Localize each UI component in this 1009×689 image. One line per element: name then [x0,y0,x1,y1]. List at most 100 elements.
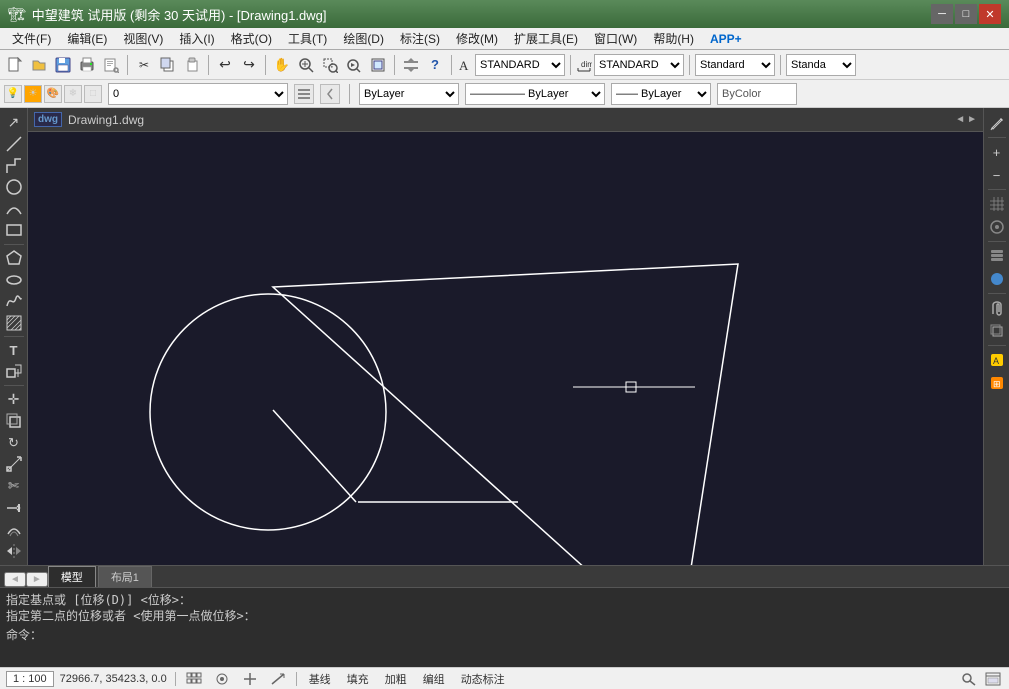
status-fill[interactable]: 填充 [343,671,373,687]
drawing-canvas-svg[interactable]: Y X [28,132,983,565]
minimize-button[interactable]: ─ [931,4,953,24]
zoom-prev-button[interactable] [343,54,365,76]
dim-select[interactable]: Standard [695,54,775,76]
menu-window[interactable]: 窗口(W) [586,28,645,49]
realtime-pan-button[interactable] [400,54,422,76]
zoom-window-button[interactable] [319,54,341,76]
status-group[interactable]: 编组 [419,671,449,687]
canvas-nav-right[interactable]: ► [967,114,977,125]
menu-app[interactable]: APP+ [702,30,750,48]
style-select[interactable]: STANDARD [475,54,565,76]
menu-draw[interactable]: 绘图(D) [335,28,392,49]
tool-rotate[interactable]: ↻ [2,432,26,453]
layer-select[interactable]: 0 [108,83,288,105]
menu-tools[interactable]: 工具(T) [280,28,335,49]
tab-nav-right[interactable]: ► [26,572,48,587]
preview-button[interactable] [100,54,122,76]
maximize-button[interactable]: □ [955,4,977,24]
menu-modify[interactable]: 修改(M) [448,28,506,49]
tool-pline[interactable] [2,155,26,176]
rt-pencil[interactable] [986,112,1008,134]
toolbar-separator-1 [127,55,128,75]
layer-freeze-icon[interactable]: ❄ [64,85,82,103]
undo-button[interactable]: ↩ [214,54,236,76]
rt-zoom-out[interactable]: − [986,164,1008,186]
rt-yellow1[interactable]: A [986,349,1008,371]
redo-button[interactable]: ↪ [238,54,260,76]
new-button[interactable] [4,54,26,76]
layer-mgr-button[interactable] [294,84,314,104]
status-fullscreen-icon[interactable] [983,670,1003,688]
rt-attach[interactable] [986,297,1008,319]
tool-polygon[interactable] [2,248,26,269]
tool-mirror[interactable] [2,540,26,561]
layer-prev-button[interactable] [320,84,340,104]
paste-button[interactable] [181,54,203,76]
save-button[interactable] [52,54,74,76]
canvas-nav-left[interactable]: ◄ [955,114,965,125]
status-zoom-icon[interactable] [959,670,979,688]
rt-copy-obj[interactable] [986,320,1008,342]
layer-sun-icon[interactable]: ☀ [24,85,42,103]
layer-rect-icon[interactable]: □ [84,85,102,103]
menu-ext[interactable]: 扩展工具(E) [506,28,586,49]
menu-edit[interactable]: 编辑(E) [59,28,115,49]
menu-insert[interactable]: 插入(I) [171,28,222,49]
zoom-extent-button[interactable] [367,54,389,76]
tool-spline[interactable] [2,291,26,312]
tool-text[interactable]: T [2,340,26,361]
menu-dim[interactable]: 标注(S) [392,28,448,49]
rt-snap[interactable] [986,216,1008,238]
extra-select[interactable]: Standa [786,54,856,76]
tool-insert[interactable] [2,362,26,383]
open-button[interactable] [28,54,50,76]
tab-layout1[interactable]: 布局1 [98,566,152,587]
menu-help[interactable]: 帮助(H) [645,28,702,49]
menu-file[interactable]: 文件(F) [4,28,59,49]
rt-yellow2[interactable]: ⊞ [986,372,1008,394]
tab-model[interactable]: 模型 [48,566,96,587]
status-dynamic[interactable]: 动态标注 [457,671,509,687]
tool-move[interactable]: ✛ [2,389,26,410]
tool-scale[interactable] [2,454,26,475]
help-button[interactable]: ? [424,54,446,76]
tool-copy2[interactable] [2,411,26,432]
tool-offset[interactable] [2,519,26,540]
rt-color[interactable] [986,268,1008,290]
status-polar-icon[interactable] [268,670,288,688]
status-ortho-icon[interactable] [240,670,260,688]
tool-hatch[interactable] [2,312,26,333]
text-select[interactable]: STANDARD [594,54,684,76]
status-grid-icon[interactable] [184,670,204,688]
menu-view[interactable]: 视图(V) [115,28,171,49]
status-snap-icon[interactable] [212,670,232,688]
print-button[interactable] [76,54,98,76]
tool-select[interactable]: ↗ [2,112,26,133]
tool-ellipse[interactable] [2,269,26,290]
cmd-input[interactable] [42,628,1003,642]
rt-grid[interactable] [986,193,1008,215]
tab-nav-left[interactable]: ◄ [4,572,26,587]
status-baseline[interactable]: 基线 [305,671,335,687]
tool-line[interactable] [2,134,26,155]
drawing-canvas-wrapper[interactable]: dwg Drawing1.dwg ◄ ► [28,108,983,565]
layer-color-icon[interactable]: 🎨 [44,85,62,103]
tool-extend[interactable] [2,497,26,518]
zoom-realtime-button[interactable] [295,54,317,76]
tool-rect[interactable] [2,220,26,241]
copy-button[interactable] [157,54,179,76]
tool-arc[interactable] [2,199,26,220]
menu-format[interactable]: 格式(O) [223,28,280,49]
layer-bulb-icon[interactable]: 💡 [4,85,22,103]
rt-zoom-in[interactable]: + [986,141,1008,163]
bylayer-linetype-select[interactable]: ————— ByLayer [465,83,605,105]
close-button[interactable]: ✕ [979,4,1001,24]
tool-circle[interactable] [2,177,26,198]
tool-trim[interactable]: ✄ [2,476,26,497]
rt-properties[interactable] [986,245,1008,267]
bylayer-color-select[interactable]: ByLayer [359,83,459,105]
pan-button[interactable]: ✋ [271,54,293,76]
bylayer-lineweight-select[interactable]: —— ByLayer [611,83,711,105]
cut-button[interactable]: ✂ [133,54,155,76]
status-bold[interactable]: 加粗 [381,671,411,687]
